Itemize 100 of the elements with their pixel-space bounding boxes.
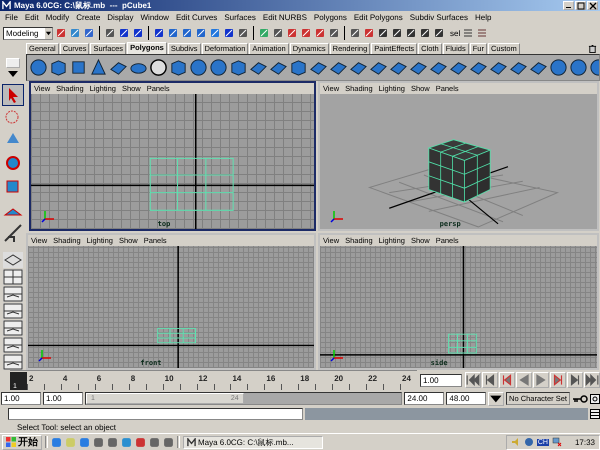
layout-icon[interactable]: [3, 303, 23, 319]
window-title: Maya 6.0CG: C:\鼠标.mb --- pCube1: [14, 0, 152, 11]
quick-launch-icon[interactable]: [163, 436, 174, 448]
script-editor-icon[interactable]: [590, 409, 600, 419]
menu-item[interactable]: Create: [76, 13, 100, 22]
axis-gizmo-icon: [41, 209, 57, 223]
start-time-field[interactable]: 1.00: [1, 392, 41, 405]
end-icon[interactable]: [584, 372, 600, 388]
command-line-field[interactable]: [8, 408, 303, 420]
quick-launch-icon[interactable]: [149, 436, 160, 448]
cube-shelf-icon[interactable]: [169, 58, 188, 77]
sphere-shelf-icon[interactable]: [569, 58, 588, 77]
sphere-shelf-icon[interactable]: [189, 58, 208, 77]
quick-launch-icon[interactable]: [51, 436, 62, 448]
keyfwd-icon[interactable]: [550, 372, 566, 388]
play-icon[interactable]: [533, 372, 549, 388]
cube-shelf-icon[interactable]: [229, 58, 248, 77]
tool-icon[interactable]: [476, 27, 488, 39]
tool-icon[interactable]: [391, 27, 403, 39]
stepback-icon[interactable]: [482, 372, 498, 388]
range-start-field[interactable]: 1.00: [43, 392, 83, 405]
key-icon[interactable]: [572, 394, 588, 404]
select-tool-icon[interactable]: [2, 84, 24, 106]
axis-gizmo-icon: [330, 348, 346, 362]
tool-icon[interactable]: [377, 27, 389, 39]
quick-launch-icon[interactable]: [107, 436, 118, 448]
tool-icon[interactable]: [132, 27, 144, 39]
menu-item[interactable]: Help: [475, 13, 492, 22]
sphere-shelf-icon[interactable]: [549, 58, 568, 77]
menu-item[interactable]: Edit Polygons: [354, 13, 403, 22]
tool-icon[interactable]: [195, 27, 207, 39]
range-end-field[interactable]: 24.00: [404, 392, 444, 405]
start-icon[interactable]: [465, 372, 481, 388]
sphere-shelf-icon[interactable]: [209, 58, 228, 77]
minimize-button[interactable]: [563, 1, 574, 10]
caret-icon[interactable]: [8, 71, 18, 77]
tool-icon[interactable]: [153, 27, 165, 39]
menu-item[interactable]: Polygons: [314, 13, 347, 22]
layout-icon[interactable]: [3, 286, 23, 302]
tool-icon[interactable]: [462, 27, 474, 39]
start-button[interactable]: 开始: [2, 434, 42, 450]
tool-icon[interactable]: [433, 27, 445, 39]
tool-icon[interactable]: [167, 27, 179, 39]
menu-item[interactable]: Surfaces: [224, 13, 256, 22]
stepfwd-icon[interactable]: [567, 372, 583, 388]
trash-icon[interactable]: [588, 44, 597, 54]
menu-item[interactable]: Edit Curves: [176, 13, 218, 22]
tool-icon[interactable]: [104, 27, 116, 39]
cone-shelf-icon[interactable]: [89, 58, 108, 77]
frame-number: 12: [198, 374, 208, 383]
caret-icon[interactable]: [488, 392, 504, 406]
tool-icon[interactable]: [419, 27, 431, 39]
menu-item[interactable]: File: [5, 13, 18, 22]
tool-icon[interactable]: [83, 27, 95, 39]
globe-icon[interactable]: [524, 437, 534, 447]
sphere-shelf-icon[interactable]: [29, 58, 48, 77]
quick-launch-icon[interactable]: [135, 436, 146, 448]
minimize-icon: [566, 6, 571, 8]
cube-mesh: [428, 139, 492, 203]
cube-shelf-icon[interactable]: [49, 58, 68, 77]
maya-logo-icon: [187, 438, 196, 446]
layout-icon[interactable]: [3, 337, 23, 353]
menu-item[interactable]: Window: [140, 13, 169, 22]
layout-icon[interactable]: [3, 354, 23, 370]
help-line-text: Select Tool: select an object: [17, 422, 116, 432]
frame-number: 14: [232, 374, 242, 383]
tool-icon[interactable]: [349, 27, 361, 39]
end-time-field[interactable]: 48.00: [446, 392, 486, 405]
tool-icon[interactable]: [118, 27, 130, 39]
maya-logo-icon: [2, 1, 11, 10]
windows-flag-icon: [6, 437, 16, 447]
disc-shelf-icon[interactable]: [149, 58, 168, 77]
frame-number: 24: [402, 374, 411, 383]
layout-icon[interactable]: [3, 320, 23, 336]
layout-icon[interactable]: [3, 252, 23, 268]
tool-icon[interactable]: [223, 27, 235, 39]
maximize-button[interactable]: [575, 1, 586, 10]
keyback-icon[interactable]: [499, 372, 515, 388]
last-tool-icon[interactable]: [2, 222, 24, 244]
cube-shelf-icon[interactable]: [289, 58, 308, 77]
menu-item[interactable]: Edit: [24, 13, 39, 22]
menu-item[interactable]: Modify: [46, 13, 70, 22]
menu-item[interactable]: Subdiv Surfaces: [410, 13, 468, 22]
preferences-icon[interactable]: [590, 394, 600, 404]
quick-launch-icon[interactable]: [79, 436, 90, 448]
tool-icon[interactable]: [272, 27, 284, 39]
tool-icon[interactable]: [328, 27, 340, 39]
taskbar-window-button[interactable]: Maya 6.0CG: C:\鼠标.mb...: [183, 436, 323, 448]
tool-icon[interactable]: [405, 27, 417, 39]
mode-dropdown[interactable]: Modeling: [3, 26, 53, 40]
current-frame-field[interactable]: 1.00: [420, 374, 462, 386]
close-button[interactable]: [587, 1, 598, 10]
tool-icon[interactable]: [181, 27, 193, 39]
layout-icon[interactable]: [3, 269, 23, 285]
network-icon[interactable]: [552, 437, 562, 447]
menu-item[interactable]: Display: [107, 13, 134, 22]
tool-icon[interactable]: [237, 27, 249, 39]
quick-launch-icon[interactable]: [93, 436, 104, 448]
menu-item[interactable]: Edit NURBS: [262, 13, 307, 22]
playback-icon[interactable]: [516, 372, 532, 388]
